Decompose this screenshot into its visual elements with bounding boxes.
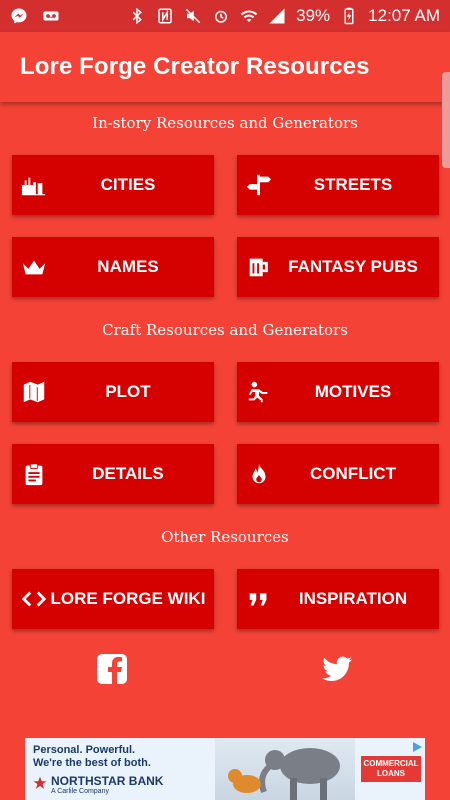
nfc-icon [156,7,174,25]
crown-icon [20,255,48,279]
flame-icon [245,462,273,486]
ad-cta-button[interactable]: COMMERCIAL LOANS [361,756,421,782]
ad-image [215,738,355,800]
code-brackets-icon [20,587,48,611]
details-button[interactable]: DETAILS [12,444,214,504]
cities-button[interactable]: CITIES [12,155,214,215]
motives-button[interactable]: MOTIVES [237,362,439,422]
plot-button[interactable]: PLOT [12,362,214,422]
section-title-other: Other Resources [161,528,289,546]
app-bar: Lore Forge Creator Resources [0,32,450,102]
signal-icon [268,7,286,25]
wifi-icon [240,7,258,25]
map-icon [20,380,48,404]
ad-brand-sub: A Carlile Company [51,788,109,795]
battery-charging-icon [340,7,358,25]
inspiration-button[interactable]: INSPIRATION [237,569,439,629]
clipboard-icon [20,462,48,486]
twitter-icon[interactable] [320,652,354,686]
battery-percent: 39% [296,6,331,25]
fantasy-pubs-button[interactable]: FANTASY PUBS [237,237,439,297]
city-skyline-icon [20,173,48,197]
beer-mug-icon [245,255,273,279]
notification-icons [10,7,60,25]
ad-brand-logo: NORTHSTAR BANK A Carlile Company [33,774,163,795]
facebook-icon[interactable] [95,652,129,686]
status-bar: 39% 12:07 AM [0,0,450,32]
section-title-craft: Craft Resources and Generators [102,321,348,339]
system-status: 39% 12:07 AM [128,6,440,26]
ad-brand-name: NORTHSTAR BANK [51,774,164,788]
alarm-icon [212,7,230,25]
streets-button[interactable]: STREETS [237,155,439,215]
adchoices-icon[interactable] [411,740,423,752]
voicemail-icon [42,7,60,25]
bluetooth-icon [128,7,146,25]
star-logo-icon [33,776,47,793]
running-figure-icon [245,380,273,404]
lore-forge-wiki-button[interactable]: LORE FORGE WIKI [12,569,214,629]
conflict-button[interactable]: CONFLICT [237,444,439,504]
signpost-icon [245,173,273,197]
section-title-in-story: In-story Resources and Generators [92,114,358,132]
edge-panel-handle[interactable] [442,72,450,168]
quote-icon [245,587,273,611]
ad-banner[interactable]: Personal. Powerful. We're the best of bo… [25,738,425,800]
mute-icon [184,7,202,25]
ad-headline: Personal. Powerful. We're the best of bo… [33,744,151,769]
messenger-icon [10,7,28,25]
names-button[interactable]: NAMES [12,237,214,297]
app-title: Lore Forge Creator Resources [20,53,370,80]
clock: 12:07 AM [368,6,440,25]
